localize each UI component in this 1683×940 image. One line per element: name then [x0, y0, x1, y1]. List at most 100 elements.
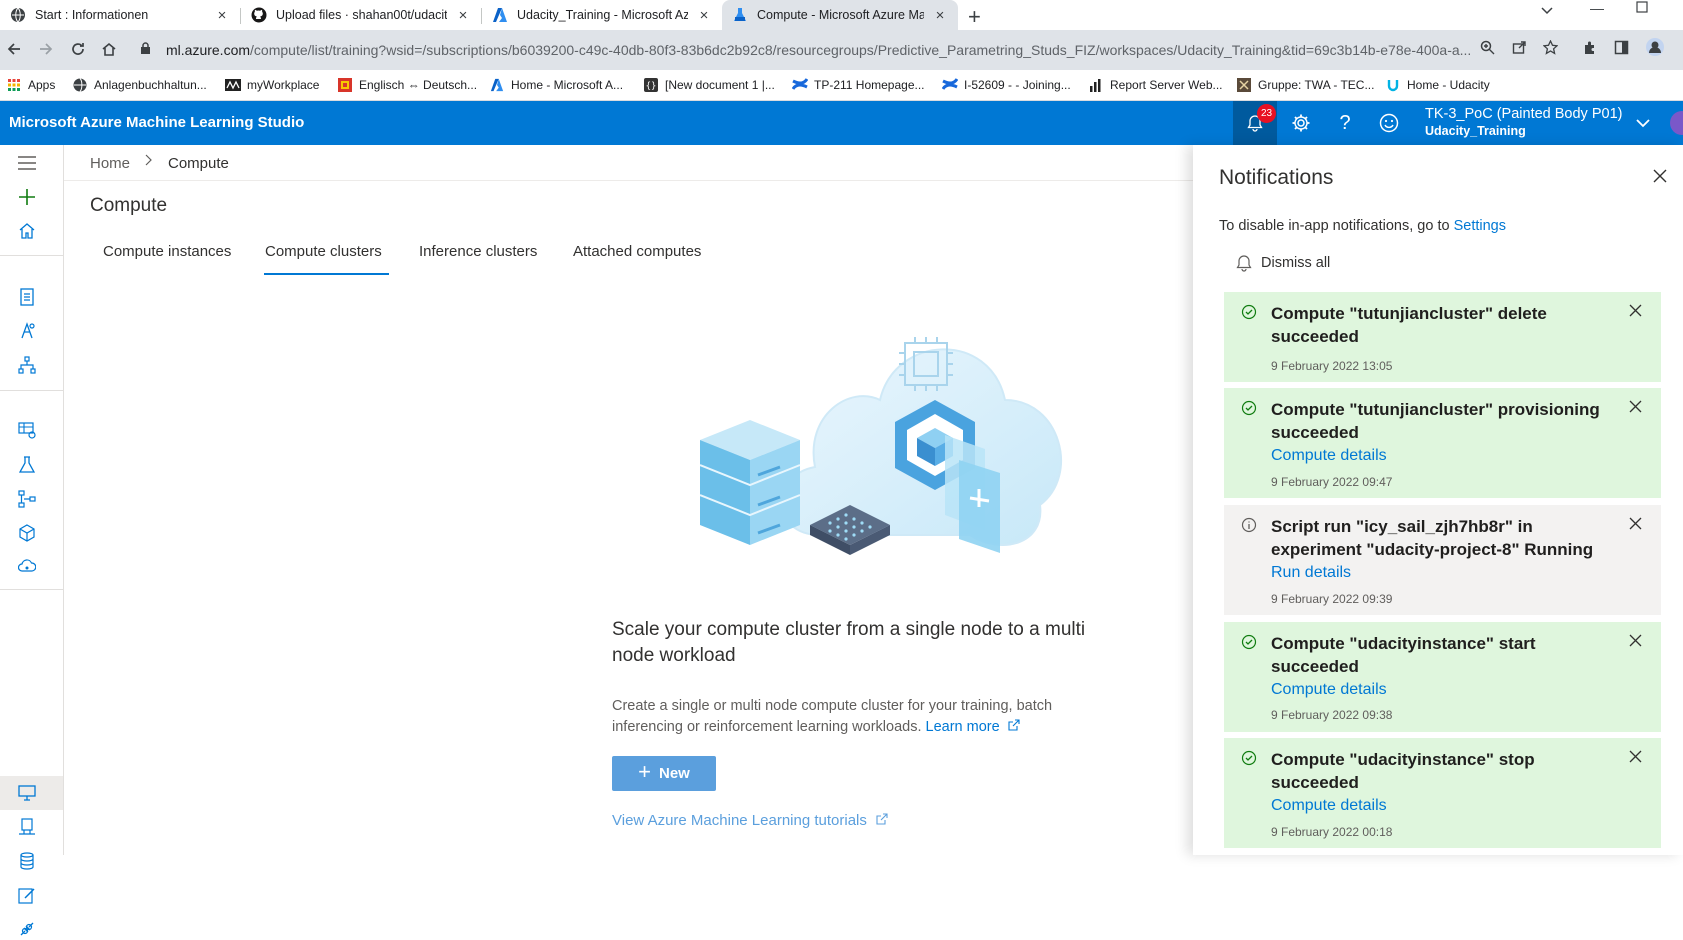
- maximize-icon[interactable]: [1636, 0, 1648, 16]
- info-circle-icon: [1241, 517, 1257, 533]
- designer-icon[interactable]: [16, 354, 38, 376]
- compute-details-link[interactable]: Compute details: [1271, 444, 1601, 467]
- tutorials-link[interactable]: View Azure Machine Learning tutorials: [612, 812, 888, 829]
- bookmark-myworkplace[interactable]: myWorkplace: [225, 70, 319, 100]
- notifications-info: To disable in-app notifications, go to S…: [1219, 218, 1506, 234]
- tab-compute-instances[interactable]: Compute instances: [103, 243, 231, 260]
- chevron-down-icon[interactable]: [1540, 3, 1554, 19]
- browser-tab-1[interactable]: Start : Informationen ×: [0, 0, 240, 30]
- learn-more-link[interactable]: Learn more: [926, 719, 1020, 735]
- back-icon[interactable]: [3, 38, 25, 60]
- data-labeling-icon[interactable]: [16, 884, 38, 906]
- nav-divider: [0, 589, 63, 590]
- user-avatar[interactable]: [1670, 111, 1683, 135]
- bookmark-report-server[interactable]: Report Server Web...: [1088, 70, 1223, 100]
- url-text: ml.azure.com/compute/list/training?wsid=…: [166, 42, 1472, 58]
- workplace-icon: [225, 77, 241, 93]
- bookmark-label: TP-211 Homepage...: [814, 78, 925, 92]
- browser-tab-title: Compute - Microsoft Azure Mach: [757, 8, 924, 22]
- datasets-icon[interactable]: [16, 419, 38, 441]
- dismiss-notification-icon[interactable]: [1628, 515, 1643, 536]
- notebook-icon[interactable]: [16, 286, 38, 308]
- dismiss-notification-icon[interactable]: [1628, 632, 1643, 653]
- plus-create-icon[interactable]: [16, 186, 38, 208]
- compute-details-link[interactable]: Compute details: [1271, 678, 1601, 701]
- minimize-icon[interactable]: —: [1590, 0, 1604, 16]
- datastores-icon[interactable]: [16, 850, 38, 872]
- bookmark-label: myWorkplace: [247, 78, 320, 92]
- settings-link[interactable]: Settings: [1454, 218, 1506, 234]
- compute-details-link[interactable]: Compute details: [1271, 794, 1601, 817]
- run-details-link[interactable]: Run details: [1271, 561, 1601, 584]
- dismiss-all-label: Dismiss all: [1261, 255, 1331, 271]
- bookmark-i52609[interactable]: I-52609 - - Joining...: [942, 70, 1071, 100]
- globe-icon: [72, 77, 88, 93]
- close-icon[interactable]: [1652, 167, 1668, 190]
- bookmark-apps[interactable]: Apps: [6, 70, 55, 100]
- hamburger-menu-icon[interactable]: [16, 152, 38, 174]
- tab-compute-clusters[interactable]: Compute clusters: [265, 243, 382, 260]
- azure-icon: [492, 7, 508, 23]
- tab-attached-computes[interactable]: Attached computes: [573, 243, 701, 260]
- new-tab-icon[interactable]: +: [968, 4, 981, 30]
- notification-message: Compute "tutunjiancluster" provisioning …: [1271, 398, 1601, 467]
- help-icon[interactable]: ?: [1334, 112, 1356, 134]
- info-text: To disable in-app notifications, go to: [1219, 218, 1450, 234]
- browser-tab-3[interactable]: Udacity_Training - Microsoft Azur ×: [482, 0, 722, 30]
- browser-tab-4-active[interactable]: Compute - Microsoft Azure Mach ×: [722, 0, 958, 30]
- smiley-feedback-icon[interactable]: [1378, 112, 1400, 134]
- chevron-down-icon[interactable]: [1632, 112, 1654, 134]
- bookmark-tp211[interactable]: TP-211 Homepage...: [792, 70, 925, 100]
- dismiss-all-button[interactable]: Dismiss all: [1235, 254, 1330, 272]
- browser-tab-2[interactable]: Upload files · shahan00t/udacity_ ×: [241, 0, 481, 30]
- dismiss-notification-icon[interactable]: [1628, 398, 1643, 419]
- environments-icon[interactable]: [16, 816, 38, 838]
- address-bar[interactable]: ml.azure.com/compute/list/training?wsid=…: [130, 35, 1495, 65]
- bookmark-englisch[interactable]: Englisch ⇔ Deutsch...: [337, 70, 477, 100]
- automl-icon[interactable]: [16, 320, 38, 342]
- notifications-title: Notifications: [1219, 166, 1334, 189]
- sidepanel-icon[interactable]: [1614, 40, 1629, 59]
- notification-card: Compute "tutunjiancluster" delete succee…: [1224, 292, 1661, 382]
- star-icon[interactable]: [1542, 39, 1559, 59]
- bookmark-udacity[interactable]: Home - Udacity: [1385, 70, 1490, 100]
- pipelines-icon[interactable]: [16, 488, 38, 510]
- dismiss-notification-icon[interactable]: [1628, 748, 1643, 769]
- home-icon[interactable]: [98, 38, 120, 60]
- close-icon[interactable]: ×: [455, 7, 471, 24]
- empty-state-heading: Scale your compute cluster from a single…: [612, 619, 1086, 666]
- compute-monitor-icon[interactable]: [16, 782, 38, 804]
- bookmark-anlagen[interactable]: Anlagenbuchhaltun...: [72, 70, 207, 100]
- notification-date: 9 February 2022 13:05: [1271, 359, 1393, 373]
- linked-services-icon[interactable]: [16, 918, 38, 940]
- zoom-icon[interactable]: [1480, 40, 1495, 59]
- reload-icon[interactable]: [67, 38, 89, 60]
- check-circle-icon: [1241, 634, 1257, 650]
- profile-avatar-icon[interactable]: [1645, 37, 1665, 61]
- bookmark-new-document[interactable]: {} [New document 1 |...: [643, 70, 775, 100]
- gear-icon[interactable]: [1290, 112, 1312, 134]
- breadcrumb-home-link[interactable]: Home: [90, 155, 130, 172]
- experiments-flask-icon[interactable]: [16, 454, 38, 476]
- browser-tab-title: Upload files · shahan00t/udacity_: [276, 8, 447, 22]
- bookmark-label: Report Server Web...: [1110, 78, 1223, 92]
- new-compute-cluster-button[interactable]: + New: [612, 756, 716, 791]
- left-nav: [0, 145, 64, 936]
- bookmark-label: I-52609 - - Joining...: [964, 78, 1071, 92]
- bookmark-label: Englisch ⇔ Deutsch...: [359, 78, 478, 92]
- endpoints-cloud-icon[interactable]: [16, 556, 38, 578]
- dismiss-notification-icon[interactable]: [1628, 302, 1643, 323]
- models-cube-icon[interactable]: [16, 522, 38, 544]
- bookmark-home-microsoft[interactable]: Home - Microsoft A...: [489, 70, 623, 100]
- close-icon[interactable]: ×: [214, 7, 230, 24]
- extensions-icon[interactable]: [1583, 40, 1598, 59]
- home-icon[interactable]: [16, 220, 38, 242]
- bookmark-gruppe-twa[interactable]: Gruppe: TWA - TEC...: [1236, 70, 1374, 100]
- workspace-selector[interactable]: TK-3_PoC (Painted Body P01) Udacity_Trai…: [1425, 106, 1622, 138]
- forward-icon[interactable]: [35, 38, 57, 60]
- close-icon[interactable]: ×: [932, 7, 948, 24]
- tab-inference-clusters[interactable]: Inference clusters: [419, 243, 537, 260]
- chevron-right-icon: [144, 153, 154, 170]
- close-icon[interactable]: ×: [696, 7, 712, 24]
- share-icon[interactable]: [1512, 40, 1527, 59]
